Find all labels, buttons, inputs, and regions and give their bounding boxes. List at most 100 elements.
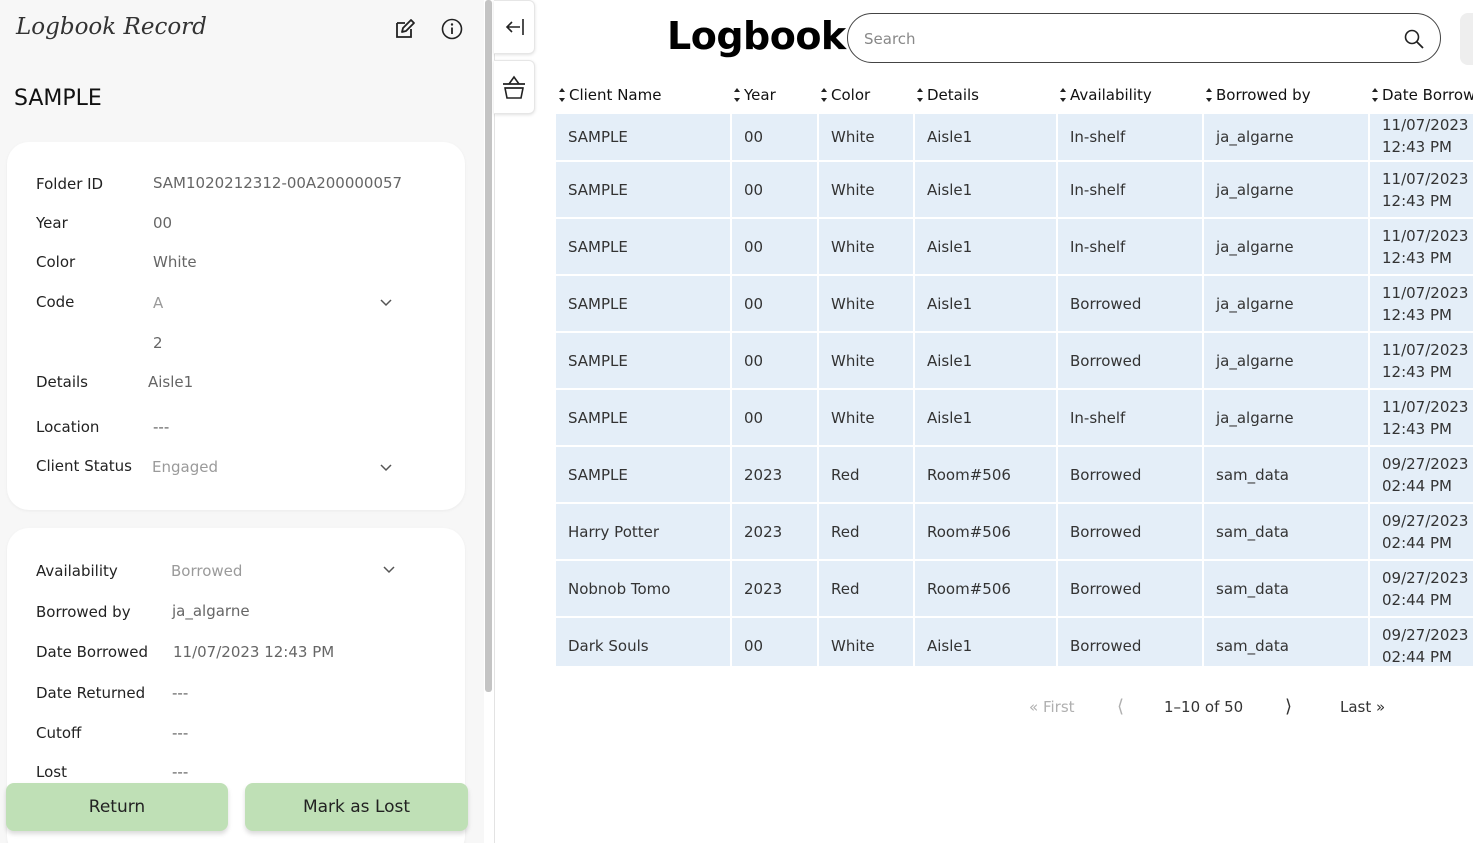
search-input[interactable] [864,26,1384,52]
column-header-details[interactable]: Details [914,76,1057,114]
search-icon[interactable] [1403,28,1425,50]
pagination-prev[interactable]: ⟨ [1117,696,1124,717]
borrowed-by-cell: sam_data [1203,503,1370,561]
sort-icon[interactable] [914,84,926,106]
color-cell: White [818,332,915,390]
client-name-cell: Dark Souls [556,617,732,666]
collapse-left-icon [505,19,524,35]
panel-scrollbar[interactable] [485,0,492,692]
details-label: Details [36,373,89,391]
column-header-date-borrowed[interactable]: Date Borrowed [1369,76,1473,114]
chevron-down-icon[interactable] [380,464,392,472]
client-name-cell: SAMPLE [556,114,732,162]
folder-id-label: Folder ID [36,175,104,193]
details-cell: Aisle1 [914,114,1058,162]
table-row[interactable]: SAMPLE 00 White Aisle1 Borrowed ja_algarne 11/… [556,275,1473,333]
column-header-borrowed-by[interactable]: Borrowed by [1203,76,1369,114]
sort-icon[interactable] [731,84,743,106]
date-text: 11/07/2023 [1382,169,1469,188]
details-cell: Aisle1 [914,161,1058,219]
availability-cell: Borrowed [1057,560,1204,618]
borrowed-by-cell: sam_data [1203,560,1370,618]
table-row[interactable]: Nobnob Tomo 2023 Red Room#506 Borrowed sam_da… [556,560,1473,618]
date-text: 09/27/2023 [1382,568,1469,587]
table-row[interactable]: SAMPLE 00 White Aisle1 In-shelf ja_algarne 11/… [556,114,1473,162]
availability-cell: In-shelf [1057,114,1204,162]
chevron-down-icon[interactable] [380,299,392,307]
time-text: 02:44 PM [1382,590,1452,609]
color-cell: Red [818,446,915,504]
time-text: 12:43 PM [1382,362,1452,381]
cutoff-value: --- [172,724,189,742]
availability-select[interactable]: Borrowed [171,562,242,580]
info-icon[interactable] [440,17,464,41]
availability-cell: In-shelf [1057,389,1204,447]
table-row[interactable]: SAMPLE 00 White Aisle1 In-shelf ja_algarne 11/… [556,161,1473,219]
sort-icon[interactable] [1057,84,1069,106]
year-cell: 2023 [731,446,819,504]
details-cell: Room#506 [914,503,1058,561]
details-cell: Aisle1 [914,617,1058,666]
borrowed-by-cell: ja_algarne [1203,114,1370,162]
color-cell: White [818,275,915,333]
pagination-first[interactable]: « First [1029,698,1075,716]
sort-icon[interactable] [1203,84,1215,106]
basket-button[interactable] [494,60,535,114]
search-bar[interactable] [847,13,1441,63]
sort-icon[interactable] [818,84,830,106]
date-borrowed-value: 11/07/2023 12:43 PM [173,643,335,661]
column-header-color[interactable]: Color [818,76,914,114]
header-edge-button[interactable] [1460,13,1473,65]
table-row[interactable]: Dark Souls 00 White Aisle1 Borrowed sam_data 0… [556,617,1473,666]
record-panel: Logbook Record SAMPLE Folder ID SAM10202… [0,0,484,843]
logbook-table: Client Name Year Color Details Availability B… [556,76,1473,666]
column-header-availability[interactable]: Availability [1057,76,1203,114]
sort-icon[interactable] [1369,84,1381,106]
pagination-last[interactable]: Last » [1340,698,1385,716]
year-cell: 00 [731,389,819,447]
column-header-label: Client Name [569,85,662,104]
client-status-select[interactable]: Engaged [152,458,218,476]
lost-label: Lost [36,763,67,781]
date-text: 11/07/2023 [1382,226,1469,245]
date-borrowed-cell: 09/27/2023 02:44 PM [1369,503,1473,561]
location-label: Location [36,418,100,436]
table-row[interactable]: SAMPLE 00 White Aisle1 In-shelf ja_algarne 11/… [556,218,1473,276]
details-cell: Aisle1 [914,389,1058,447]
basket-icon [503,75,525,99]
client-name-cell: Harry Potter [556,503,732,561]
availability-cell: Borrowed [1057,446,1204,504]
mark-as-lost-button[interactable]: Mark as Lost [245,783,468,831]
column-header-year[interactable]: Year [731,76,818,114]
borrowed-by-cell: sam_data [1203,446,1370,504]
column-header-client-name[interactable]: Client Name [556,76,731,114]
year-cell: 00 [731,114,819,162]
code-select[interactable]: A [153,294,163,312]
availability-cell: In-shelf [1057,161,1204,219]
color-cell: Red [818,503,915,561]
time-text: 12:43 PM [1382,248,1452,267]
panel-title: Logbook Record [16,14,207,40]
year-cell: 00 [731,275,819,333]
year-cell: 2023 [731,560,819,618]
sort-icon[interactable] [556,84,568,106]
table-row[interactable]: SAMPLE 00 White Aisle1 In-shelf ja_algarne 11/… [556,389,1473,447]
chevron-down-icon[interactable] [383,566,395,574]
table-header-row: Client Name Year Color Details Availability B… [556,76,1473,114]
details-cell: Aisle1 [914,218,1058,276]
column-header-label: Details [927,85,980,104]
table-row[interactable]: SAMPLE 2023 Red Room#506 Borrowed sam_data 09/… [556,446,1473,504]
pagination-next[interactable]: ⟩ [1285,696,1292,717]
table-row[interactable]: Harry Potter 2023 Red Room#506 Borrowed sam_d… [556,503,1473,561]
client-name-cell: SAMPLE [556,389,732,447]
year-value: 00 [153,214,173,232]
date-text: 09/27/2023 [1382,625,1469,644]
edit-icon[interactable] [393,17,417,41]
client-name-cell: SAMPLE [556,161,732,219]
date-borrowed-cell: 11/07/2023 12:43 PM [1369,161,1473,219]
table-row[interactable]: SAMPLE 00 White Aisle1 Borrowed ja_algarne 11/… [556,332,1473,390]
collapse-panel-button[interactable] [494,0,535,54]
return-button[interactable]: Return [6,783,228,831]
details-cell: Aisle1 [914,275,1058,333]
panel-divider [494,0,495,843]
